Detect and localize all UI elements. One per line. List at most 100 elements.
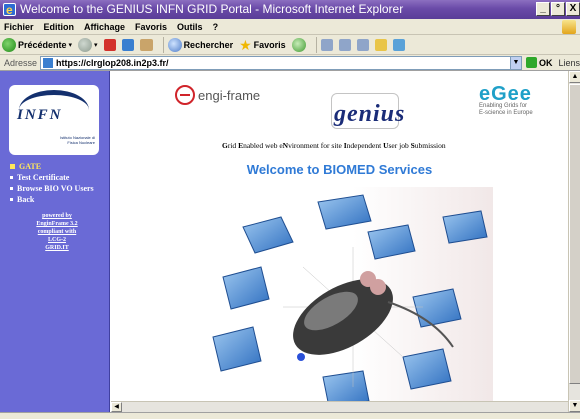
main-panel: engi-frame genius eGee Enabling Grids fo… xyxy=(111,71,568,412)
powered-by-links: powered by EnginFrame 3.2 compliant with… xyxy=(14,212,100,252)
sidebar-item-label: GATE xyxy=(19,162,42,171)
refresh-icon xyxy=(121,38,134,51)
mail-icon xyxy=(320,38,333,51)
stop-button[interactable] xyxy=(103,38,116,51)
scroll-left-button[interactable]: ◀ xyxy=(111,402,122,412)
sidebar-item-back[interactable]: Back xyxy=(10,194,108,205)
links-button[interactable]: Liens xyxy=(558,55,580,71)
sidebar-item-test-certificate[interactable]: Test Certificate xyxy=(10,172,108,183)
infn-logo-subtitle: Istituto Nazionale di Fisica Nucleare xyxy=(60,135,95,145)
messenger-button[interactable] xyxy=(392,38,405,51)
bullet-icon xyxy=(10,176,13,179)
favorites-button[interactable]: ★ Favoris xyxy=(239,38,286,52)
back-arrow-icon xyxy=(2,37,16,52)
sidebar: INFN Istituto Nazionale di Fisica Nuclea… xyxy=(0,71,110,412)
address-dropdown-button[interactable]: ▼ xyxy=(509,56,521,69)
genius-tagline: Grid Enabled web eNvironment for site In… xyxy=(222,141,446,150)
sidebar-item-browse-bio-vo-users[interactable]: Browse BIO VO Users xyxy=(10,183,108,194)
address-label: Adresse xyxy=(4,57,38,68)
edit-icon xyxy=(356,38,369,51)
powered-by-line: compliant with xyxy=(37,229,77,235)
menu-fichier[interactable]: Fichier xyxy=(4,19,34,34)
window-title: Welcome to the GENIUS INFN GRID Portal -… xyxy=(20,2,404,16)
back-label: Précédente xyxy=(18,39,67,50)
egee-logo: eGee Enabling Grids for E-science in Eur… xyxy=(479,83,559,117)
horizontal-scrollbar[interactable]: ◀ xyxy=(111,401,568,412)
vertical-scrollbar[interactable]: ▲ ▼ xyxy=(568,71,580,412)
menu-outils[interactable]: Outils xyxy=(177,19,203,34)
egee-logo-word: eGee xyxy=(479,83,532,105)
bullet-icon xyxy=(10,164,15,169)
toolbar: Précédente ▾ ▾ Rechercher ★ Favoris xyxy=(0,35,580,55)
go-button[interactable]: OK xyxy=(525,55,553,71)
lcg2-link[interactable]: LCG-2 xyxy=(14,236,100,244)
address-input[interactable]: https://clrglop208.in2p3.fr/ ▼ xyxy=(40,55,522,70)
sidebar-nav: GATE Test Certificate Browse BIO VO User… xyxy=(10,161,108,205)
address-bar: Adresse https://clrglop208.in2p3.fr/ ▼ O… xyxy=(0,55,580,71)
menu-edition[interactable]: Edition xyxy=(44,19,75,34)
page-content: INFN Istituto Nazionale di Fisica Nuclea… xyxy=(0,71,580,412)
scroll-thumb[interactable] xyxy=(569,84,580,384)
page-title: Welcome to BIOMED Services xyxy=(246,162,433,177)
menu-help[interactable]: ? xyxy=(213,19,219,34)
refresh-button[interactable] xyxy=(121,38,134,51)
sidebar-item-label: Back xyxy=(17,195,35,204)
enginframe-link[interactable]: EnginFrame 3.2 xyxy=(14,220,100,228)
print-button[interactable] xyxy=(338,38,351,51)
chevron-down-icon: ▾ xyxy=(94,41,98,49)
maximize-button[interactable]: ° xyxy=(551,2,565,16)
media-icon xyxy=(291,37,306,52)
toolbar-divider xyxy=(162,36,164,53)
home-icon xyxy=(139,38,153,51)
page-icon xyxy=(43,57,53,68)
ie-app-icon xyxy=(3,1,16,20)
powered-by-line: powered by xyxy=(42,213,72,219)
close-button[interactable]: X xyxy=(566,2,580,16)
sidebar-item-label: Browse BIO VO Users xyxy=(17,184,94,193)
toolbar-divider xyxy=(315,36,317,53)
status-bar xyxy=(0,412,580,419)
infn-logo-word: INFN xyxy=(17,107,63,123)
egee-logo-line1: Enabling Grids for xyxy=(479,103,528,109)
messenger-icon xyxy=(392,38,405,51)
star-icon: ★ xyxy=(239,36,252,53)
go-label: OK xyxy=(538,57,553,68)
sidebar-item-label: Test Certificate xyxy=(17,173,70,182)
menu-affichage[interactable]: Affichage xyxy=(84,19,125,34)
forward-button[interactable]: ▾ xyxy=(78,37,98,52)
home-button[interactable] xyxy=(139,38,153,51)
stop-icon xyxy=(103,38,116,51)
bullet-icon xyxy=(10,187,13,190)
minimize-button[interactable]: _ xyxy=(536,2,550,16)
folder-button[interactable] xyxy=(374,38,387,51)
folder-icon xyxy=(374,38,387,51)
print-icon xyxy=(338,38,351,51)
search-label: Rechercher xyxy=(183,39,234,50)
scroll-up-button[interactable]: ▲ xyxy=(569,71,580,83)
go-arrow-icon xyxy=(525,57,537,68)
enginframe-circle-icon xyxy=(175,85,195,105)
enginframe-logo-text: engi-frame xyxy=(198,87,261,103)
search-icon xyxy=(167,37,182,52)
enginframe-logo: engi-frame xyxy=(175,85,260,105)
browser-window: Welcome to the GENIUS INFN GRID Portal -… xyxy=(0,0,580,419)
windows-logo-icon xyxy=(562,20,576,34)
chevron-down-icon: ▾ xyxy=(68,41,73,49)
title-bar: Welcome to the GENIUS INFN GRID Portal -… xyxy=(0,0,580,20)
sidebar-item-gate[interactable]: GATE xyxy=(10,161,108,172)
favorites-label: Favoris xyxy=(253,39,286,50)
menu-bar: Fichier Edition Affichage Favoris Outils… xyxy=(0,19,580,35)
scroll-down-button[interactable]: ▼ xyxy=(569,400,580,412)
gridit-link[interactable]: GRID.IT xyxy=(14,244,100,252)
menu-favoris[interactable]: Favoris xyxy=(135,19,167,34)
bullet-icon xyxy=(10,198,13,201)
back-button[interactable]: Précédente ▾ xyxy=(2,37,73,52)
edit-button[interactable] xyxy=(356,38,369,51)
address-url: https://clrglop208.in2p3.fr/ xyxy=(56,57,169,68)
window-controls: _ ° X xyxy=(536,2,580,16)
media-button[interactable] xyxy=(291,37,306,52)
infn-logo: INFN Istituto Nazionale di Fisica Nuclea… xyxy=(9,85,99,155)
search-button[interactable]: Rechercher xyxy=(167,37,234,52)
mail-button[interactable] xyxy=(320,38,333,51)
forward-arrow-icon xyxy=(78,37,93,52)
